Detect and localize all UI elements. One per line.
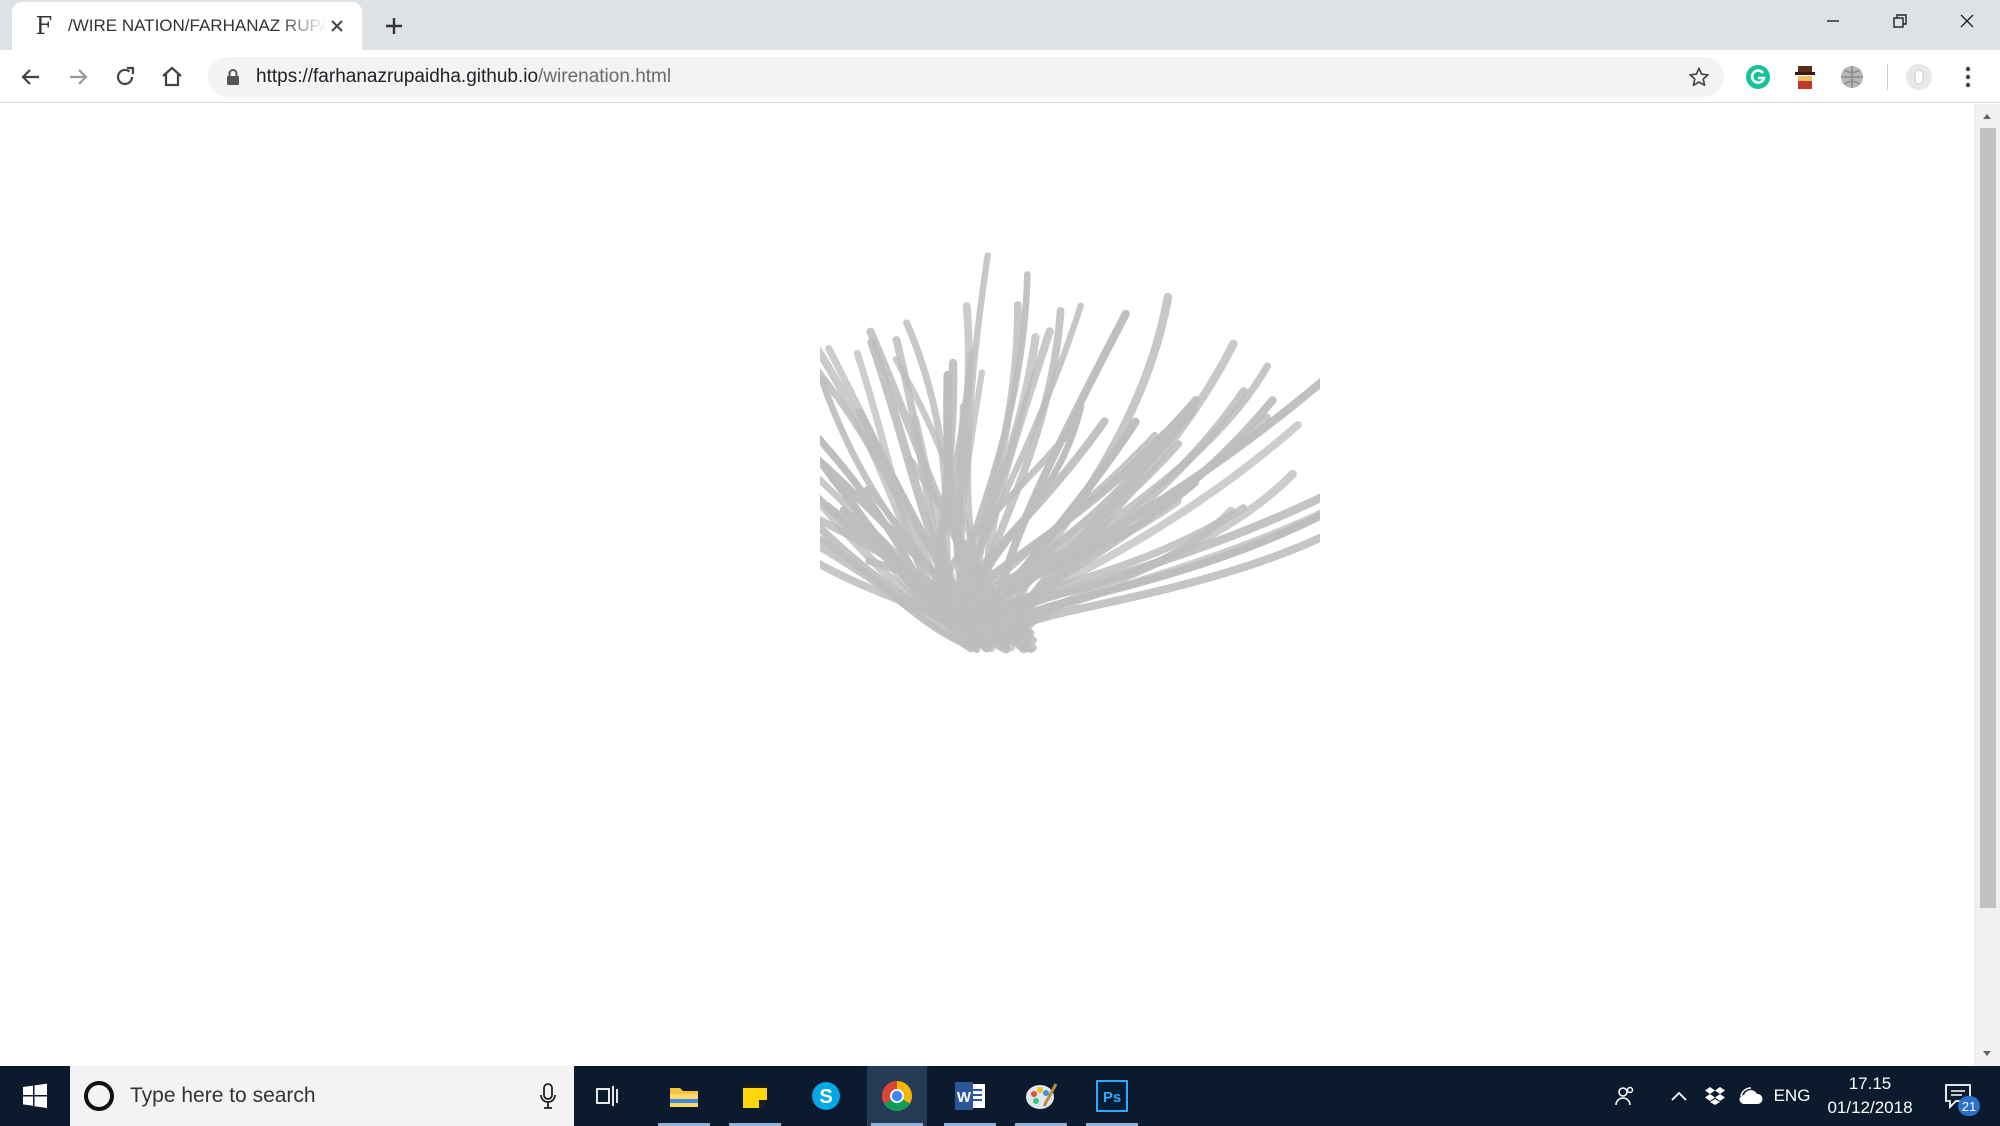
page-viewport [0,104,1974,1066]
back-button[interactable] [16,62,46,92]
sticky-note-icon [743,1084,767,1108]
paint-taskbar-button[interactable] [1011,1066,1071,1126]
skype-icon: S [812,1082,840,1110]
word-icon: W [955,1082,985,1110]
scroll-up-arrow-icon[interactable] [1974,106,2000,126]
url-text[interactable]: https://farhanazrupaidha.github.io/wiren… [256,66,671,88]
globe-extension-icon[interactable] [1837,62,1867,92]
network-cloud-icon [1739,1087,1763,1104]
reload-icon [116,66,135,86]
home-icon [162,66,182,87]
forward-button[interactable] [63,62,93,92]
chrome-icon [881,1081,913,1112]
close-tab-icon[interactable] [326,15,348,37]
skype-button[interactable]: S [796,1066,856,1126]
tab-title: /WIRE NATION/FARHANAZ RUPAIDHA [68,16,326,35]
dropbox-icon [1705,1087,1725,1105]
skype-letter: S [819,1086,832,1108]
reload-button[interactable] [110,62,140,92]
start-button[interactable] [0,1066,70,1126]
notification-count-badge: 21 [1958,1096,1980,1116]
plus-icon [386,18,402,34]
windows-logo-icon [23,1083,47,1108]
toolbar-separator [1887,64,1888,90]
file-explorer-button[interactable] [654,1066,714,1126]
close-window-button[interactable] [1933,0,2000,42]
chrome-taskbar-button[interactable] [867,1066,927,1126]
language-indicator[interactable]: ENG [1770,1066,1814,1126]
chevron-up-icon [1671,1091,1687,1101]
site-favicon-icon: F [35,12,53,40]
sticky-notes-button[interactable] [725,1066,785,1126]
network-tray-button[interactable] [1736,1066,1766,1126]
wire-sculpture-canvas[interactable] [820,164,1320,764]
window-controls [1799,0,2000,42]
minimize-icon [1826,20,1839,22]
close-icon [1960,14,1973,28]
clock-date: 01/12/2018 [1827,1098,1913,1117]
arrow-left-icon [21,69,39,85]
address-bar[interactable]: https://farhanazrupaidha.github.io/wiren… [208,57,1724,97]
search-placeholder: Type here to search [130,1084,316,1107]
photoshop-taskbar-button[interactable]: Ps [1082,1066,1142,1126]
dropbox-tray-button[interactable] [1702,1066,1728,1126]
minimize-button[interactable] [1799,0,1866,42]
show-hidden-icons-button[interactable] [1666,1066,1692,1126]
system-clock[interactable]: 17.15 01/12/2018 [1814,1072,1926,1120]
new-tab-button[interactable] [376,8,412,44]
scrollbar-thumb[interactable] [1980,128,1996,908]
restore-button[interactable] [1866,0,1933,42]
word-letter: W [957,1089,972,1106]
clock-time: 17.15 [1848,1074,1892,1093]
url-host: https://farhanazrupaidha.github.io [256,66,539,87]
people-icon [1615,1086,1634,1106]
profile-avatar-icon[interactable] [1904,62,1934,92]
vertical-scrollbar[interactable] [1974,104,2000,1066]
task-view-button[interactable] [578,1066,638,1126]
paint-palette-icon [1026,1083,1058,1109]
scroll-down-arrow-icon[interactable] [1974,1044,2000,1064]
grammarly-extension-icon[interactable] [1743,62,1773,92]
spy-extension-icon[interactable] [1790,62,1820,92]
task-view-icon [596,1086,618,1106]
photoshop-icon: Ps [1096,1080,1128,1112]
chrome-menu-icon[interactable] [1953,62,1983,92]
folder-icon [670,1088,698,1107]
photoshop-letters: Ps [1103,1089,1121,1106]
browser-toolbar: https://farhanazrupaidha.github.io/wiren… [0,50,2000,103]
arrow-right-icon [70,69,88,85]
word-taskbar-button[interactable]: W [940,1066,1000,1126]
restore-icon [1892,14,1907,28]
bookmark-star-icon[interactable] [1688,66,1710,88]
browser-tab-active[interactable]: F /WIRE NATION/FARHANAZ RUPAIDHA [12,2,362,50]
cortana-icon [84,1081,114,1111]
home-button[interactable] [157,62,187,92]
url-path: /wirenation.html [538,66,672,87]
lock-icon[interactable] [222,66,244,88]
taskbar-search[interactable]: Type here to search [70,1066,574,1126]
people-button[interactable] [1610,1066,1640,1126]
windows-taskbar: Type here to search S W Ps ENG 17.15 01/… [0,1066,2000,1126]
tab-strip: F /WIRE NATION/FARHANAZ RUPAIDHA [0,0,2000,50]
microphone-icon[interactable] [528,1076,568,1116]
